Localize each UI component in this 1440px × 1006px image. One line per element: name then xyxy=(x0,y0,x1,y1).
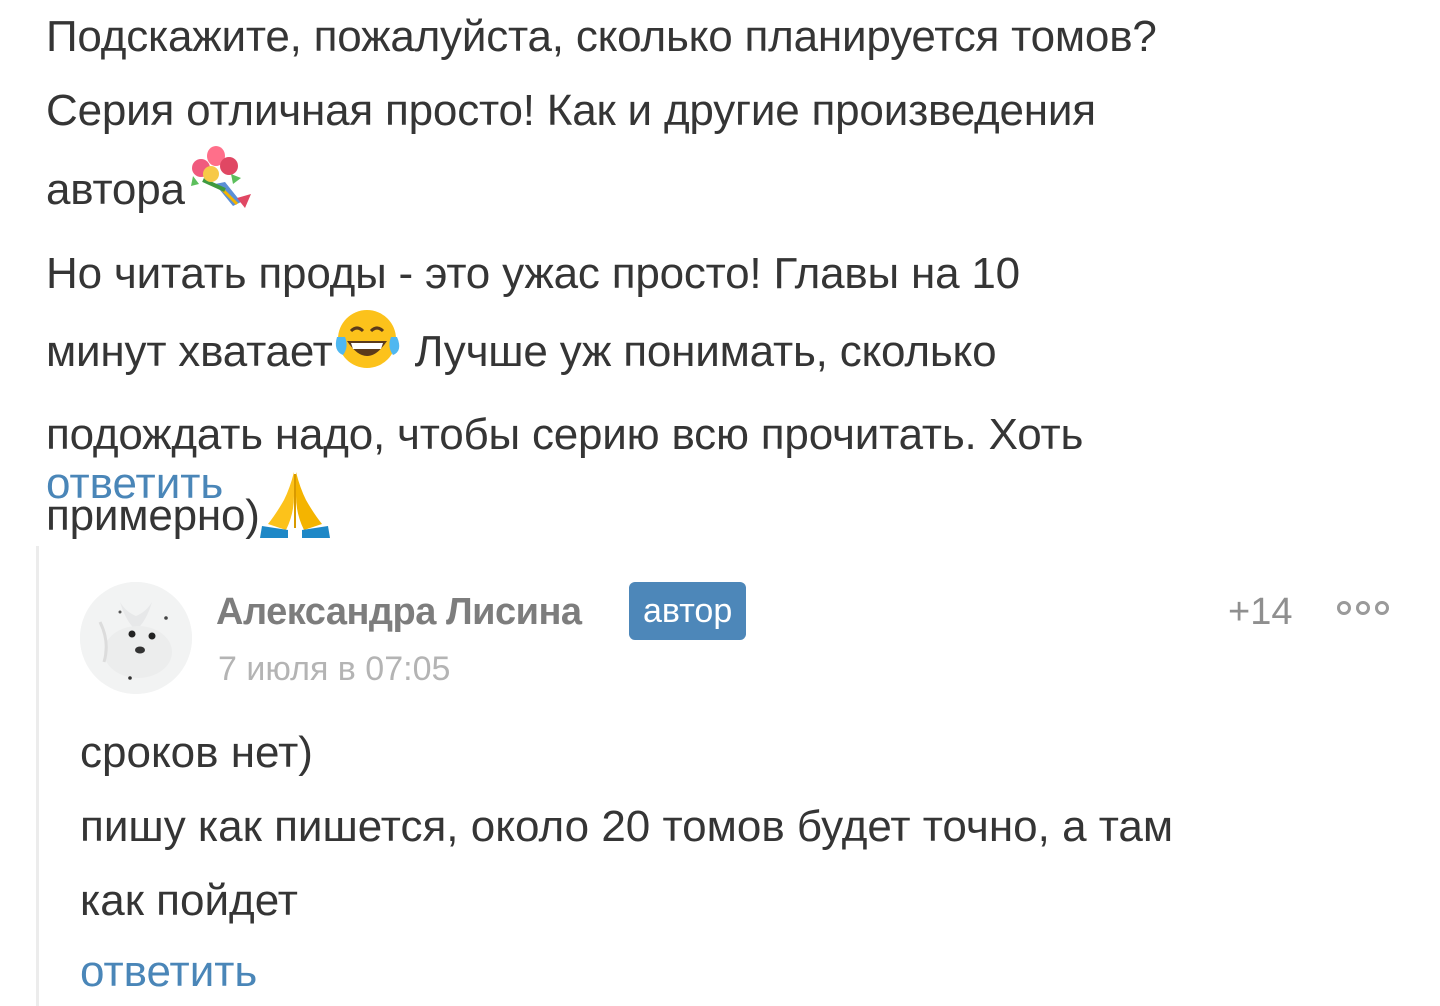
author-badge: автор xyxy=(629,582,747,640)
comment-line-part: Лучше уж понимать, сколько xyxy=(402,327,997,377)
comment-line: примерно) xyxy=(46,472,1416,565)
comment-line: автора xyxy=(46,146,1416,237)
comment-rating: +14 xyxy=(1228,591,1293,633)
comment-line: Серия отличная просто! Как и другие прои… xyxy=(46,86,1096,135)
arctic-fox-avatar-icon xyxy=(80,582,192,694)
reply-link[interactable]: ответить xyxy=(46,454,223,514)
comment-line-part: автора xyxy=(46,165,185,215)
bouquet-emoji xyxy=(185,144,257,233)
thread-line xyxy=(36,546,39,1006)
comment-line: как пойдет xyxy=(80,876,298,925)
more-options-icon[interactable] xyxy=(1336,598,1390,618)
comment-timestamp[interactable]: 7 июля в 07:05 xyxy=(218,646,450,692)
comment-line: Подскажите, пожалуйста, сколько планируе… xyxy=(46,12,1157,61)
folded-hands-emoji xyxy=(259,468,330,561)
parent-comment-text: Подскажите, пожалуйста, сколько планируе… xyxy=(46,0,1416,565)
comment-line: Но читать проды - это ужас просто! Главы… xyxy=(46,249,1020,298)
comment-line: подождать надо, чтобы серию всю прочитат… xyxy=(46,410,1084,459)
reply-link[interactable]: ответить xyxy=(80,942,257,1002)
author-name[interactable]: Александра Лисина xyxy=(216,588,582,636)
comment-line: минут хватает Лучше уж понимать, сколько xyxy=(46,310,1416,398)
child-comment-text: сроков нет) пишу как пишется, около 20 т… xyxy=(80,716,1173,938)
comment-line: сроков нет) xyxy=(80,728,313,777)
tears-of-joy-emoji xyxy=(333,307,403,394)
comment-line-part: минут хватает xyxy=(46,327,333,377)
avatar[interactable] xyxy=(80,582,192,694)
parent-comment: Подскажите, пожалуйста, сколько планируе… xyxy=(46,0,1416,565)
comment-line: пишу как пишется, около 20 томов будет т… xyxy=(80,802,1174,851)
